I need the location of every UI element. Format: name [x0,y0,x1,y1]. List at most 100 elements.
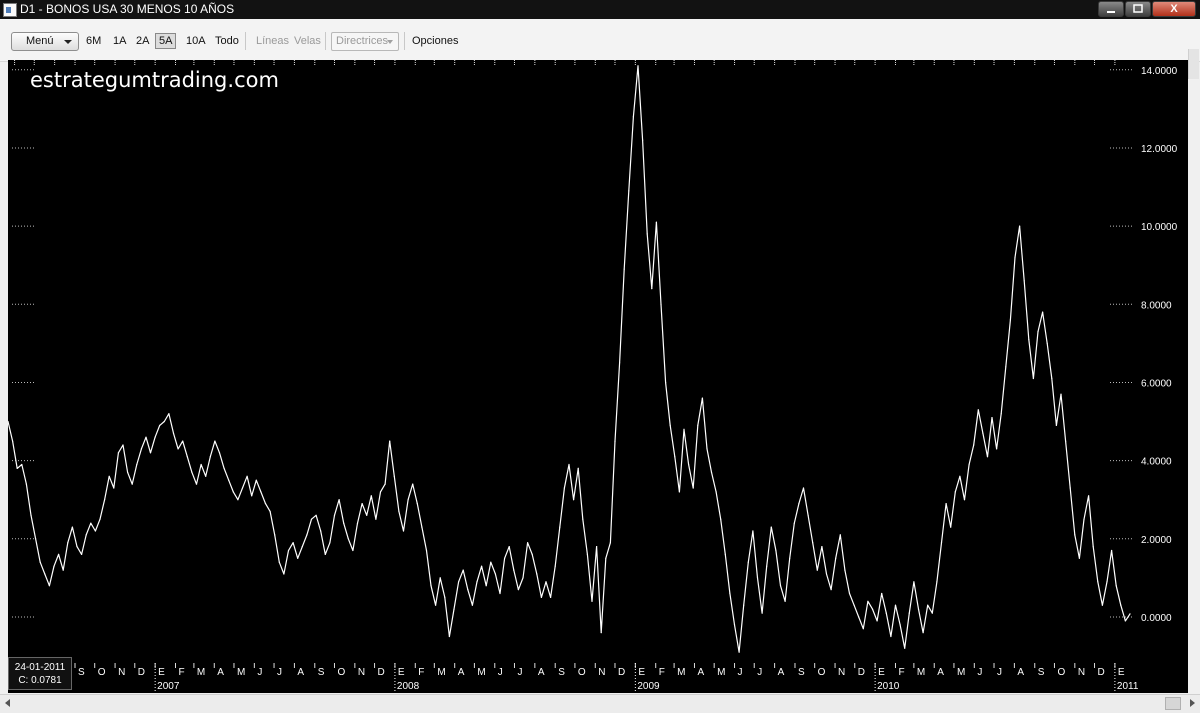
data-point [531,553,533,555]
minimize-icon[interactable] [1098,1,1124,17]
range-6m-button[interactable]: 6M [86,34,101,48]
data-point [710,471,713,473]
data-point [1060,393,1062,395]
month-ticks: JJASONDEFMAMJJASONDEFMAMJJASONDEFMAMJJAS… [14,60,1139,693]
data-point [44,573,46,575]
month-label: A [937,667,944,678]
data-point [674,456,676,458]
data-point [260,491,262,493]
data-point [292,542,294,544]
data-point [251,495,253,497]
data-point [609,542,612,544]
data-point [35,538,37,540]
data-point [573,499,575,501]
data-point [481,565,483,567]
range-all-button[interactable]: Todo [215,34,239,48]
data-point [853,604,855,606]
guides-dropdown[interactable]: Directrices [331,32,399,51]
series-line [8,65,1131,653]
data-point [913,581,915,583]
data-point [881,592,883,595]
data-point [329,542,331,544]
data-point [779,585,782,587]
maximize-icon[interactable] [1125,1,1151,17]
data-point [1014,256,1016,258]
data-point [1005,366,1007,368]
toolbar-divider [404,32,405,50]
month-label: M [957,667,965,678]
data-point [940,542,943,544]
candles-button[interactable]: Velas [294,34,321,48]
data-point [798,503,800,505]
data-point [766,565,768,567]
range-10a-button[interactable]: 10A [186,34,206,48]
data-point [402,530,405,532]
data-point [94,530,96,532]
data-point [324,553,326,555]
data-point [1106,581,1108,583]
data-point [825,573,828,575]
range-1a-button[interactable]: 1A [113,34,126,48]
month-label: A [778,667,785,678]
scroll-right-icon[interactable] [1190,699,1195,707]
data-point [885,612,887,614]
data-point [476,581,478,583]
menu-dropdown[interactable]: Menú [11,32,79,51]
data-point [136,463,138,466]
data-point [839,534,841,536]
month-label: D [378,667,385,678]
month-label: M [237,667,245,678]
data-point [278,561,280,563]
data-point [973,444,975,446]
month-label: M [677,667,685,678]
title-bar: D1 - BONOS USA 30 MENOS 10 AÑOS X [0,0,1200,19]
data-point [462,569,464,571]
data-point [1111,549,1113,552]
scroll-thumb[interactable] [1165,697,1181,710]
chart-area[interactable]: 0.0000 2.0000 4.0000 6.0000 8.0000 10.0000 12.… [8,60,1188,693]
data-point [186,456,188,458]
data-point [945,503,947,505]
data-point [876,620,878,622]
month-label: N [118,667,125,678]
data-point [986,456,989,458]
data-point [637,65,639,67]
data-point [255,479,257,481]
data-point [172,432,175,434]
data-point [862,628,864,630]
month-label: J [517,667,522,678]
data-point [149,452,152,454]
year-label: 2008 [397,681,420,692]
side-scrollbar[interactable] [1188,49,1199,79]
range-2a-button[interactable]: 2A [136,34,149,48]
data-point [228,479,230,481]
data-point [660,303,662,305]
range-5a-button[interactable]: 5A [155,33,177,49]
month-label: M [437,667,445,678]
horizontal-scrollbar[interactable] [0,694,1200,713]
data-point [191,471,193,473]
scroll-left-icon[interactable] [5,699,10,707]
data-point [205,475,207,477]
data-point [950,526,952,528]
data-point [274,534,276,536]
data-point [669,424,671,426]
data-point [959,475,961,477]
maximize-glyph [1133,4,1143,13]
data-point [917,608,920,610]
data-point [752,530,754,532]
data-point [384,483,386,485]
data-point [871,608,874,610]
options-button[interactable]: Opciones [412,34,458,48]
month-label: A [458,667,465,678]
month-label: O [337,667,345,678]
price-chart[interactable]: 0.0000 2.0000 4.0000 6.0000 8.0000 10.0000 12.… [8,60,1188,693]
month-label: F [659,667,665,678]
close-button[interactable]: X [1152,1,1196,17]
lines-button[interactable]: Líneas [256,34,289,48]
month-label: J [498,667,503,678]
month-label: M [717,667,725,678]
data-point [1028,338,1030,341]
data-point [761,612,763,614]
data-point [963,499,966,501]
